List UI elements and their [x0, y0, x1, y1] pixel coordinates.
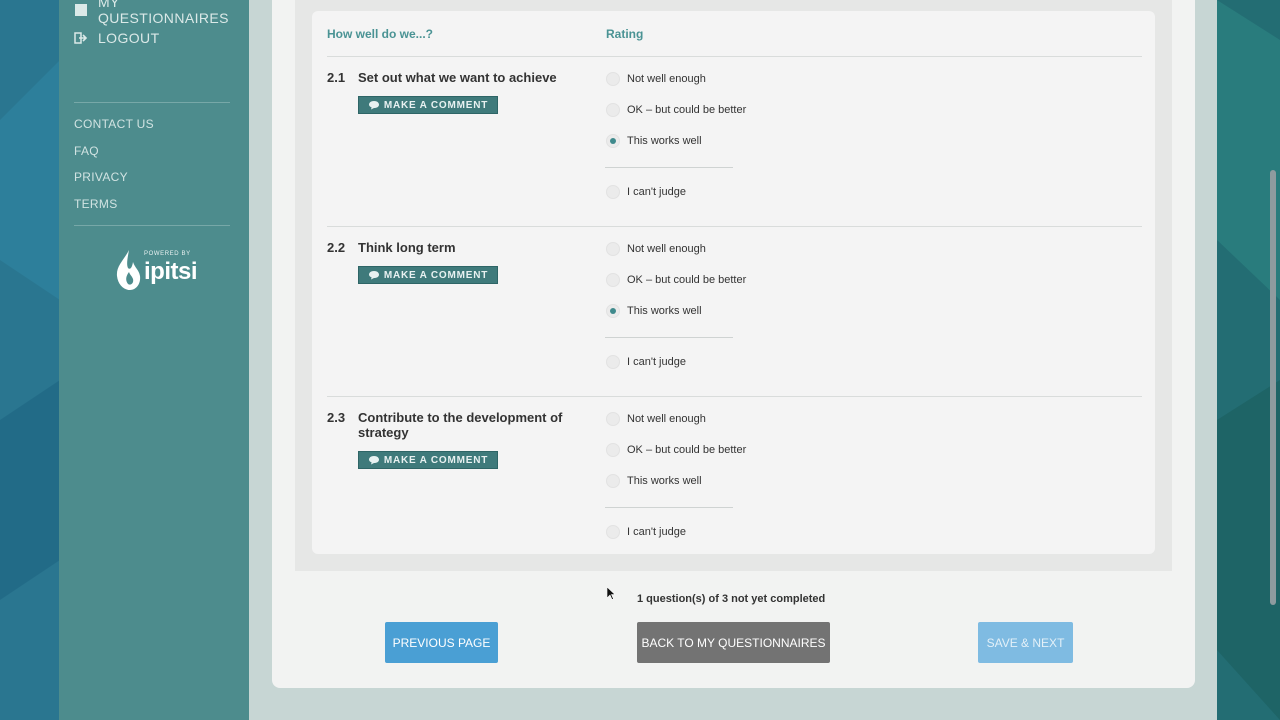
rating-option[interactable]: I can't judge: [606, 355, 686, 369]
previous-page-button[interactable]: PREVIOUS PAGE: [385, 622, 498, 663]
page-scrollbar[interactable]: [1270, 170, 1276, 605]
rating-option[interactable]: Not well enough: [606, 412, 706, 426]
option-divider: [605, 337, 733, 338]
option-label: This works well: [627, 475, 702, 487]
sidebar: MY QUESTIONNAIRES LOGOUT CONTACT US FAQ …: [59, 0, 249, 720]
rating-option[interactable]: This works well: [606, 304, 702, 318]
option-label: Not well enough: [627, 413, 706, 425]
rating-option[interactable]: OK – but could be better: [606, 273, 746, 287]
option-divider: [605, 167, 733, 168]
make-comment-button[interactable]: MAKE A COMMENT: [358, 451, 498, 469]
make-comment-button[interactable]: MAKE A COMMENT: [358, 266, 498, 284]
make-comment-button[interactable]: MAKE A COMMENT: [358, 96, 498, 114]
brand-text: ipitsi: [144, 258, 198, 285]
radio-button[interactable]: [606, 412, 620, 426]
question-number: 2.1: [327, 70, 346, 85]
radio-button[interactable]: [606, 474, 620, 488]
flame-logo-icon: [116, 250, 141, 290]
column-header-rating: Rating: [606, 27, 644, 41]
option-label: I can't judge: [627, 356, 686, 368]
radio-button[interactable]: [606, 273, 620, 287]
rating-option[interactable]: I can't judge: [606, 185, 686, 199]
option-label: I can't judge: [627, 526, 686, 538]
radio-button[interactable]: [606, 525, 620, 539]
row-divider: [327, 396, 1142, 397]
question-text: Think long term: [358, 240, 456, 255]
option-label: Not well enough: [627, 243, 706, 255]
radio-button[interactable]: [606, 355, 620, 369]
question-text: Set out what we want to achieve: [358, 70, 557, 85]
row-divider: [327, 226, 1142, 227]
option-label: This works well: [627, 305, 702, 317]
sidebar-link-faq[interactable]: FAQ: [74, 144, 99, 158]
square-icon: [74, 3, 88, 17]
rating-option[interactable]: I can't judge: [606, 525, 686, 539]
comment-icon: [368, 456, 379, 465]
option-label: OK – but could be better: [627, 274, 747, 286]
question-number: 2.3: [327, 410, 346, 425]
radio-button[interactable]: [606, 72, 620, 86]
question-text: Contribute to the development of strateg…: [358, 410, 563, 440]
question-number: 2.2: [327, 240, 346, 255]
sidebar-item-label: MY QUESTIONNAIRES: [98, 0, 229, 26]
rating-option[interactable]: This works well: [606, 134, 702, 148]
option-divider: [605, 507, 733, 508]
sidebar-item-my-questionnaires[interactable]: MY QUESTIONNAIRES: [74, 0, 249, 26]
comment-icon: [368, 101, 379, 110]
rating-option[interactable]: This works well: [606, 474, 702, 488]
sidebar-link-contact[interactable]: CONTACT US: [74, 117, 154, 131]
powered-by-text: POWERED BY: [144, 251, 191, 257]
column-header-question: How well do we...?: [327, 27, 434, 41]
radio-button[interactable]: [606, 185, 620, 199]
sidebar-link-terms[interactable]: TERMS: [74, 197, 118, 211]
rating-option[interactable]: OK – but could be better: [606, 443, 746, 457]
back-to-questionnaires-button[interactable]: BACK TO MY QUESTIONNAIRES: [637, 622, 830, 663]
save-next-button[interactable]: SAVE & NEXT: [978, 622, 1073, 663]
sidebar-item-logout[interactable]: LOGOUT: [74, 30, 160, 46]
option-label: OK – but could be better: [627, 444, 747, 456]
mouse-cursor-icon: [607, 587, 615, 600]
ipitsi-logo: POWERED BY ipitsi: [114, 248, 198, 292]
sidebar-item-label: LOGOUT: [98, 30, 160, 46]
option-label: Not well enough: [627, 73, 706, 85]
radio-button-selected[interactable]: [606, 134, 620, 148]
radio-button[interactable]: [606, 103, 620, 117]
logout-icon: [74, 31, 88, 45]
header-divider: [327, 56, 1142, 57]
sidebar-link-privacy[interactable]: PRIVACY: [74, 170, 128, 184]
rating-option[interactable]: OK – but could be better: [606, 103, 746, 117]
option-label: This works well: [627, 135, 702, 147]
completion-status: 1 question(s) of 3 not yet completed: [637, 593, 826, 605]
sidebar-divider: [74, 102, 230, 103]
option-label: OK – but could be better: [627, 104, 747, 116]
radio-button-selected[interactable]: [606, 304, 620, 318]
sidebar-divider: [74, 225, 230, 226]
radio-button[interactable]: [606, 443, 620, 457]
comment-label: MAKE A COMMENT: [383, 99, 489, 111]
rating-option[interactable]: Not well enough: [606, 72, 706, 86]
option-label: I can't judge: [627, 186, 686, 198]
comment-label: MAKE A COMMENT: [383, 269, 489, 281]
comment-icon: [368, 271, 379, 280]
radio-button[interactable]: [606, 242, 620, 256]
rating-option[interactable]: Not well enough: [606, 242, 706, 256]
comment-label: MAKE A COMMENT: [383, 454, 489, 466]
